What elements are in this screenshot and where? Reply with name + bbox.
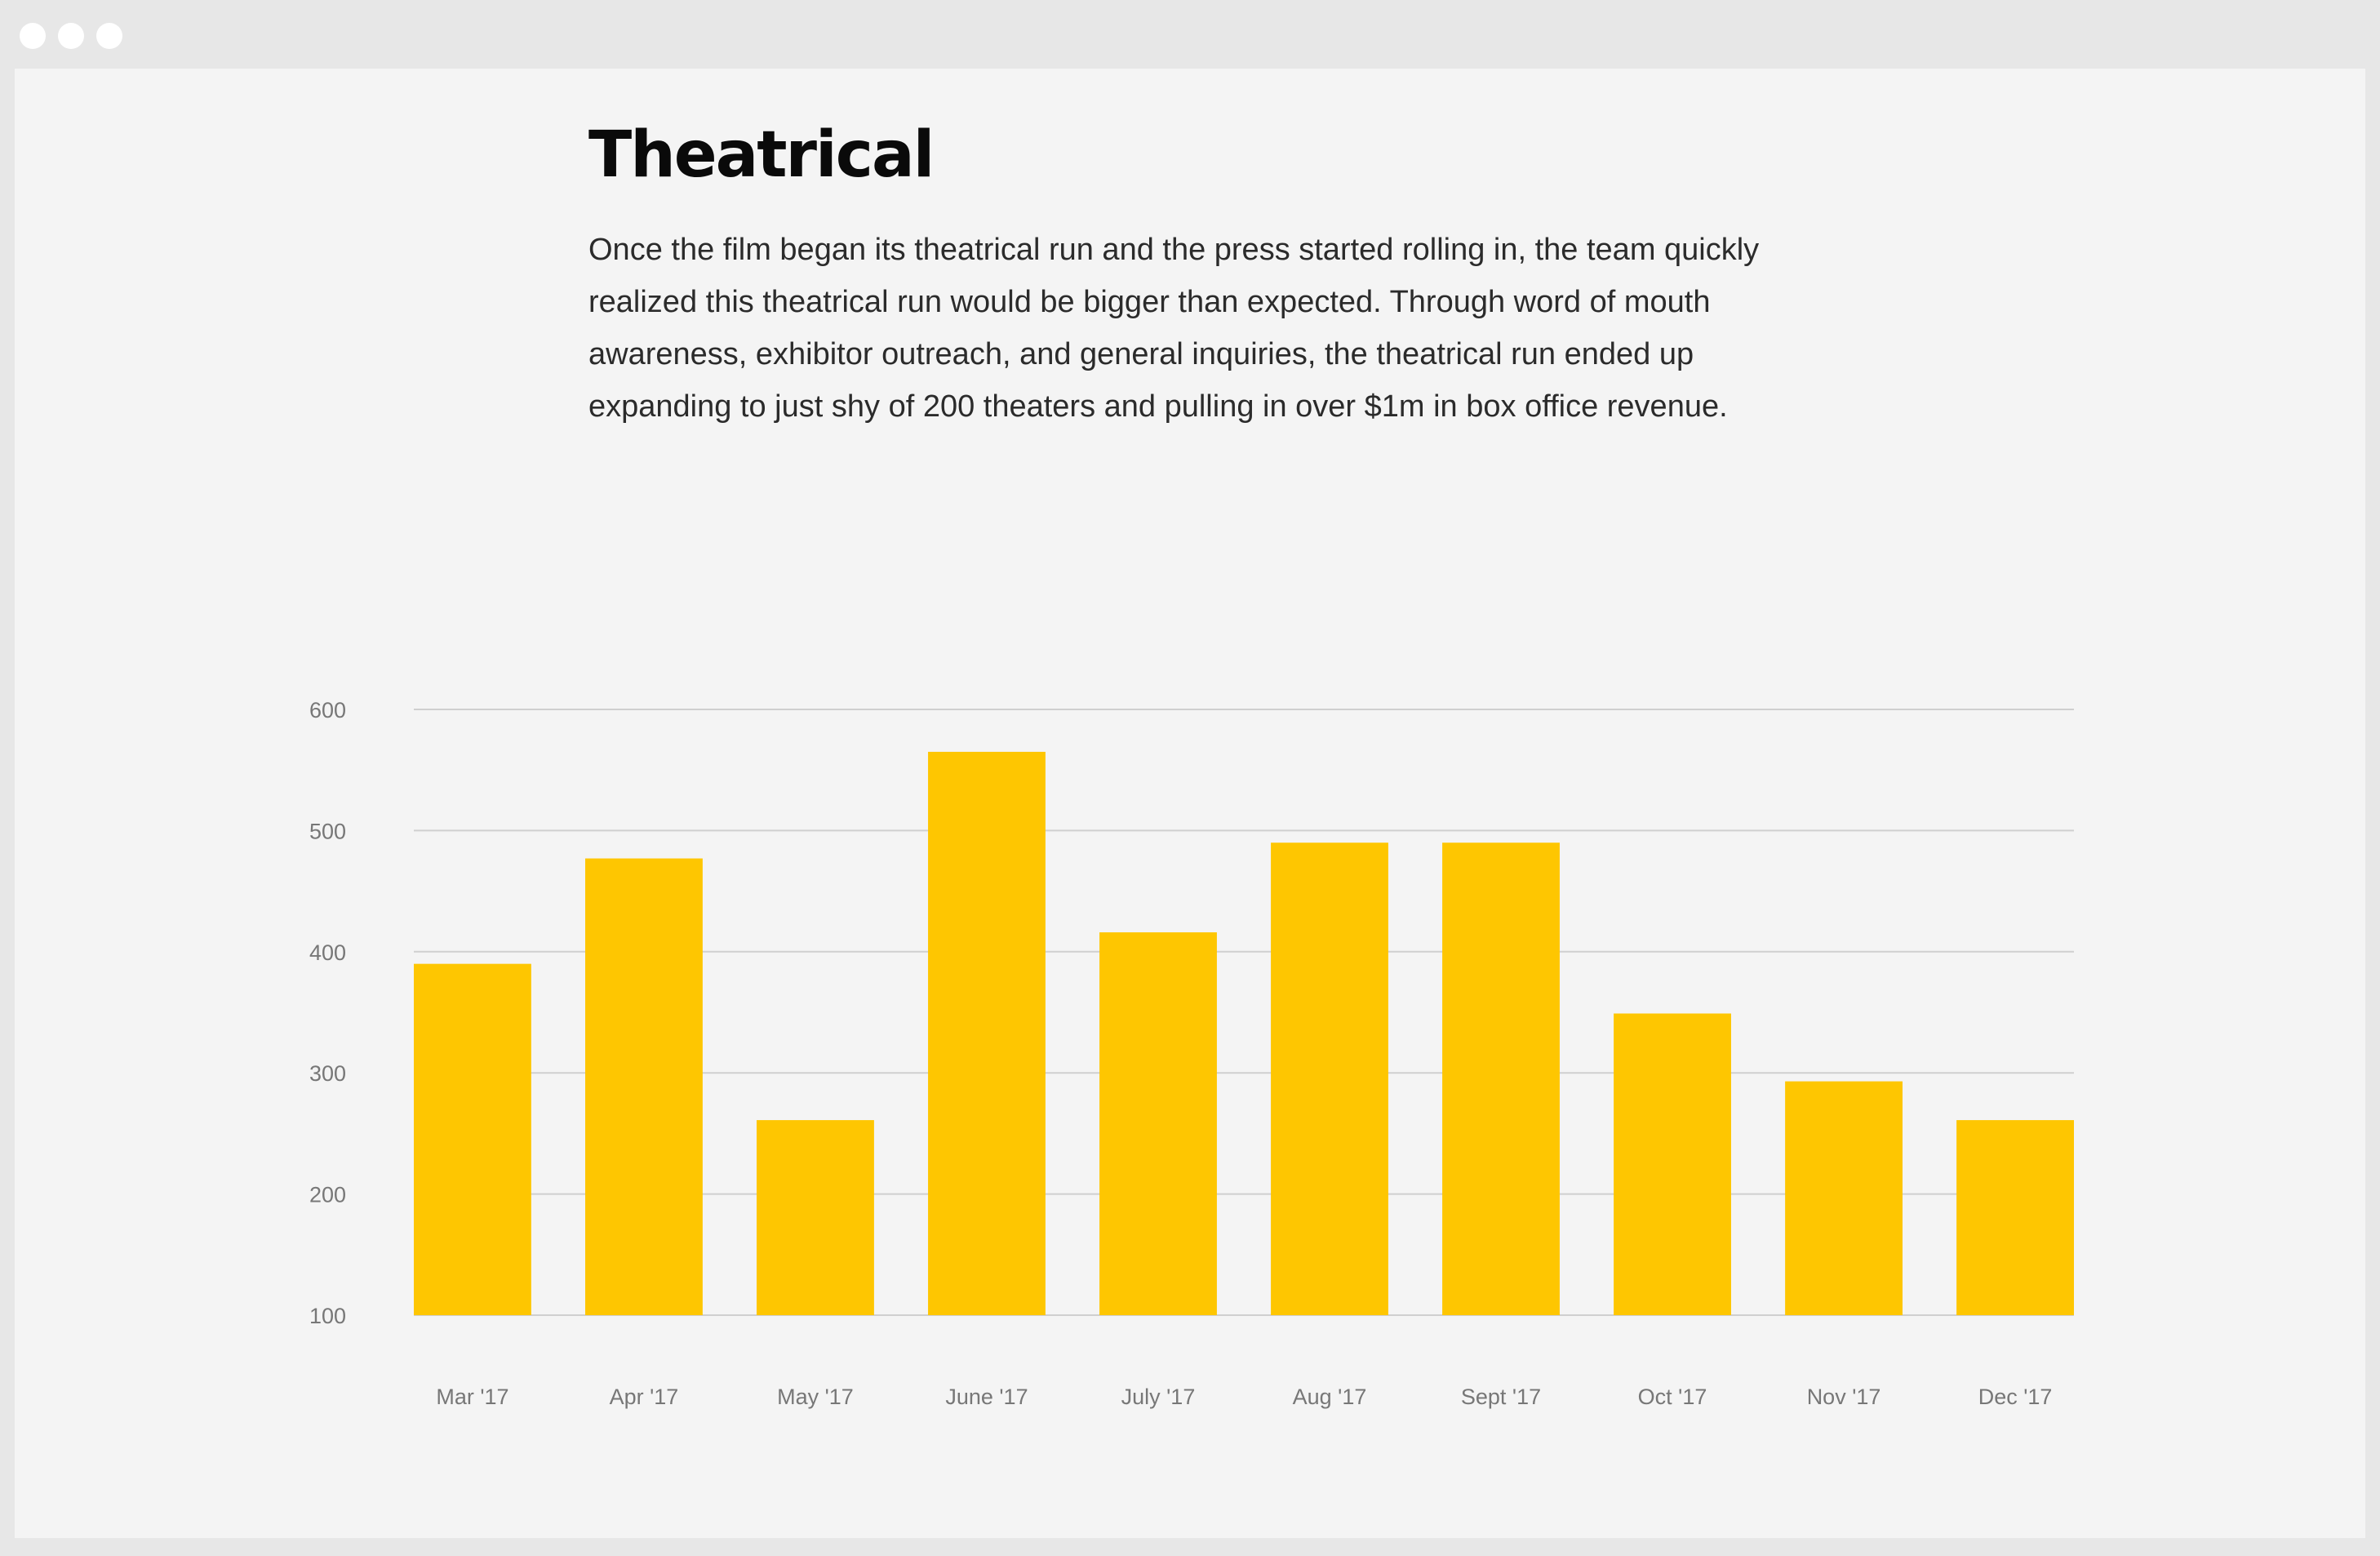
x-tick-label: June '17 xyxy=(945,1385,1028,1409)
y-tick-label: 100 xyxy=(309,1304,346,1328)
x-tick-label: July '17 xyxy=(1121,1385,1196,1409)
bar[interactable] xyxy=(928,751,1046,1315)
browser-window: Theatrical Once the film began its theat… xyxy=(0,0,2380,1556)
bar[interactable] xyxy=(585,858,703,1315)
y-tick-label: 300 xyxy=(309,1061,346,1086)
y-tick-label: 200 xyxy=(309,1183,346,1207)
x-tick-label: Oct '17 xyxy=(1638,1385,1707,1409)
bar[interactable] xyxy=(1956,1120,2074,1315)
bar[interactable] xyxy=(1099,932,1217,1315)
y-tick-label: 400 xyxy=(309,940,346,965)
x-tick-label: May '17 xyxy=(777,1385,854,1409)
x-tick-label: Sept '17 xyxy=(1461,1385,1541,1409)
x-tick-label: Apr '17 xyxy=(610,1385,679,1409)
bar[interactable] xyxy=(414,963,531,1315)
bar[interactable] xyxy=(1271,842,1388,1315)
x-tick-label: Dec '17 xyxy=(1978,1385,2053,1409)
bar[interactable] xyxy=(1785,1081,1903,1315)
y-tick-label: 500 xyxy=(309,819,346,843)
x-tick-label: Nov '17 xyxy=(1807,1385,1881,1409)
y-tick-label: 600 xyxy=(309,698,346,722)
x-tick-label: Aug '17 xyxy=(1293,1385,1367,1409)
bar-chart: 100 200 300 400 500 600 Mar '17 Apr '17 May '17 J… xyxy=(309,698,2074,1409)
bar[interactable] xyxy=(1614,1013,1731,1315)
x-tick-label: Mar '17 xyxy=(436,1385,508,1409)
bar[interactable] xyxy=(757,1120,874,1315)
bar[interactable] xyxy=(1442,842,1560,1315)
